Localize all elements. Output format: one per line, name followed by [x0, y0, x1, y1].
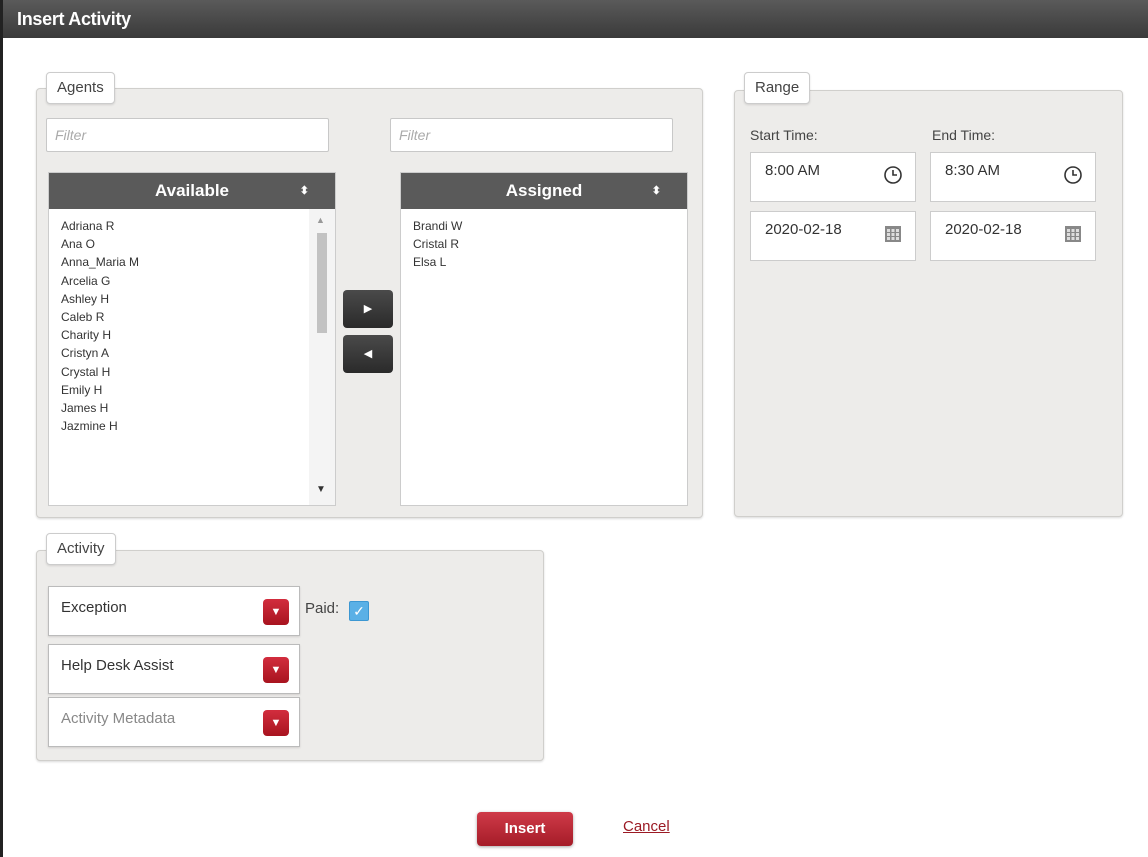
move-right-button[interactable]: ▶ [343, 290, 393, 328]
list-item[interactable]: Ashley H [61, 290, 139, 308]
calendar-icon[interactable] [1063, 222, 1083, 258]
available-scrollbar[interactable]: ▲ ▼ [309, 209, 335, 505]
sort-icon[interactable]: ⬍ [652, 173, 661, 209]
list-item[interactable]: Arcelia G [61, 272, 139, 290]
list-item[interactable]: Anna_Maria M [61, 253, 139, 271]
scroll-down-arrow-icon[interactable]: ▼ [316, 484, 326, 495]
calendar-icon[interactable] [883, 222, 903, 258]
chevron-down-icon[interactable]: ▼ [263, 657, 289, 683]
end-date-field[interactable]: 2020-02-18 [930, 211, 1096, 261]
end-time-value: 8:30 AM [945, 162, 1001, 179]
agents-legend: Agents [46, 72, 115, 104]
activity-type-value: Exception [61, 599, 127, 616]
clock-icon[interactable] [883, 163, 903, 199]
list-item[interactable]: Elsa L [413, 253, 462, 271]
assigned-items: Brandi W Cristal R Elsa L [413, 217, 462, 272]
activity-metadata-placeholder: Activity Metadata [61, 710, 176, 727]
assigned-header-label: Assigned [505, 181, 583, 200]
sort-icon[interactable]: ⬍ [300, 173, 309, 209]
paid-label: Paid: [305, 600, 340, 617]
insert-button[interactable]: Insert [477, 812, 573, 846]
list-item[interactable]: Jazmine H [61, 417, 139, 435]
activity-panel: Exception ▼ Help Desk Assist ▼ Activity … [36, 550, 544, 761]
list-item[interactable]: Ana O [61, 235, 139, 253]
list-item[interactable]: Brandi W [413, 217, 462, 235]
activity-type-dropdown[interactable]: Exception ▼ [48, 586, 300, 636]
assigned-agents-list[interactable]: Assigned ⬍ Brandi W Cristal R Elsa L [400, 172, 688, 506]
insert-activity-dialog: Insert Activity Agents Available ⬍ Adria… [0, 0, 1148, 857]
list-item[interactable]: Emily H [61, 381, 139, 399]
available-items: Adriana R Ana O Anna_Maria M Arcelia G Ashle… [61, 217, 139, 435]
move-left-icon: ◀ [363, 348, 373, 360]
list-item[interactable]: Cristal R [413, 235, 462, 253]
start-time-value: 8:00 AM [765, 162, 821, 179]
end-time-field[interactable]: 8:30 AM [930, 152, 1096, 202]
start-time-field[interactable]: 8:00 AM [750, 152, 916, 202]
start-date-field[interactable]: 2020-02-18 [750, 211, 916, 261]
cancel-link[interactable]: Cancel [623, 818, 670, 835]
available-agents-list[interactable]: Available ⬍ Adriana R Ana O Anna_Maria M Ar… [48, 172, 336, 506]
available-filter-input[interactable] [46, 118, 329, 152]
list-item[interactable]: Caleb R [61, 308, 139, 326]
list-item[interactable]: Crystal H [61, 363, 139, 381]
list-item[interactable]: Cristyn A [61, 344, 139, 362]
chevron-down-icon[interactable]: ▼ [263, 599, 289, 625]
move-right-icon: ▶ [363, 303, 373, 315]
range-legend: Range [744, 72, 811, 104]
list-item[interactable]: Charity H [61, 326, 139, 344]
paid-checkbox[interactable]: ✓ [349, 601, 369, 621]
assigned-column-header[interactable]: Assigned ⬍ [401, 173, 687, 209]
end-time-label: End Time: [932, 127, 996, 143]
scroll-thumb[interactable] [317, 233, 327, 333]
list-item[interactable]: Adriana R [61, 217, 139, 235]
activity-name-value: Help Desk Assist [61, 657, 174, 674]
assigned-filter-input[interactable] [390, 118, 673, 152]
activity-name-dropdown[interactable]: Help Desk Assist ▼ [48, 644, 300, 694]
clock-icon[interactable] [1063, 163, 1083, 199]
move-left-button[interactable]: ◀ [343, 335, 393, 373]
end-date-value: 2020-02-18 [945, 221, 1022, 238]
activity-legend: Activity [46, 533, 116, 565]
list-item[interactable]: James H [61, 399, 139, 417]
activity-metadata-dropdown[interactable]: Activity Metadata ▼ [48, 697, 300, 747]
dialog-title: Insert Activity [3, 0, 1148, 38]
check-icon: ✓ [353, 603, 365, 619]
available-column-header[interactable]: Available ⬍ [49, 173, 335, 209]
start-date-value: 2020-02-18 [765, 221, 842, 238]
start-time-label: Start Time: [750, 127, 818, 143]
scroll-up-arrow-icon[interactable]: ▲ [316, 215, 325, 225]
available-header-label: Available [154, 181, 230, 200]
chevron-down-icon[interactable]: ▼ [263, 710, 289, 736]
